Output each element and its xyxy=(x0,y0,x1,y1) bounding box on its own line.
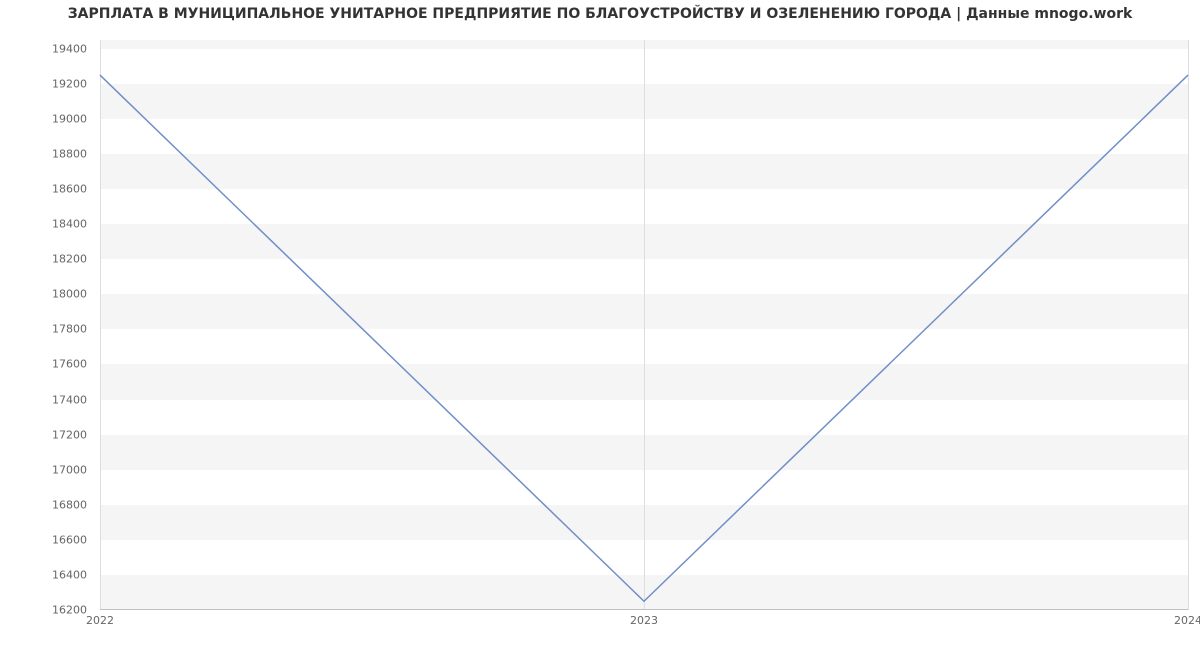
y-tick-label: 17800 xyxy=(52,323,87,336)
y-tick-label: 16200 xyxy=(52,604,87,617)
y-tick-label: 16800 xyxy=(52,498,87,511)
y-tick-label: 19000 xyxy=(52,112,87,125)
series-line xyxy=(100,75,1188,601)
line-series xyxy=(100,40,1188,610)
y-tick-label: 17600 xyxy=(52,358,87,371)
y-tick-label: 17400 xyxy=(52,393,87,406)
x-axis-ticks: 202220232024 xyxy=(100,614,1188,634)
y-tick-label: 19400 xyxy=(52,42,87,55)
chart-title: ЗАРПЛАТА В МУНИЦИПАЛЬНОЕ УНИТАРНОЕ ПРЕДП… xyxy=(0,6,1200,22)
x-axis-line xyxy=(100,609,1188,610)
x-tick-label: 2023 xyxy=(630,614,658,627)
y-tick-label: 18800 xyxy=(52,148,87,161)
x-tick-label: 2022 xyxy=(86,614,114,627)
y-tick-label: 17200 xyxy=(52,428,87,441)
vertical-gridline xyxy=(1188,40,1189,610)
x-tick-label: 2024 xyxy=(1174,614,1200,627)
plot-area xyxy=(100,40,1188,610)
y-axis-ticks: 1620016400166001680017000172001740017600… xyxy=(0,40,95,610)
y-tick-label: 18400 xyxy=(52,218,87,231)
y-tick-label: 16400 xyxy=(52,568,87,581)
y-tick-label: 18600 xyxy=(52,183,87,196)
y-tick-label: 16600 xyxy=(52,533,87,546)
chart-container: ЗАРПЛАТА В МУНИЦИПАЛЬНОЕ УНИТАРНОЕ ПРЕДП… xyxy=(0,0,1200,650)
y-tick-label: 17000 xyxy=(52,463,87,476)
y-tick-label: 18000 xyxy=(52,288,87,301)
y-tick-label: 18200 xyxy=(52,253,87,266)
y-tick-label: 19200 xyxy=(52,77,87,90)
